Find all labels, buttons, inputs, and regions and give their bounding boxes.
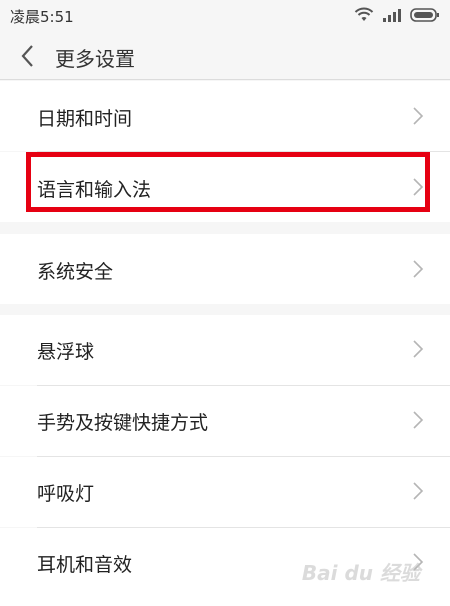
chevron-right-icon bbox=[413, 340, 424, 358]
settings-item-label: 呼吸灯 bbox=[37, 483, 95, 505]
settings-item-floating-ball[interactable]: 悬浮球 bbox=[0, 315, 450, 385]
signal-icon bbox=[383, 9, 401, 22]
chevron-right-icon bbox=[413, 411, 424, 429]
chevron-right-icon bbox=[413, 482, 424, 500]
battery-icon bbox=[410, 8, 439, 22]
back-arrow-icon[interactable] bbox=[18, 43, 38, 69]
status-time: 凌晨5:51 bbox=[10, 8, 74, 26]
chevron-right-icon bbox=[413, 107, 424, 125]
page-title: 更多设置 bbox=[55, 47, 135, 71]
status-bar: 凌晨5:51 bbox=[0, 0, 450, 32]
wifi-icon bbox=[354, 7, 374, 21]
header: 更多设置 bbox=[0, 32, 450, 80]
settings-item-label: 系统安全 bbox=[37, 261, 114, 283]
status-icons bbox=[354, 7, 440, 23]
settings-item-label: 手势及按键快捷方式 bbox=[37, 412, 209, 434]
settings-item-system-security[interactable]: 系统安全 bbox=[0, 234, 450, 304]
highlight-box bbox=[26, 152, 430, 212]
settings-item-date-time[interactable]: 日期和时间 bbox=[0, 81, 450, 151]
settings-item-label: 日期和时间 bbox=[37, 108, 133, 130]
settings-item-gesture-shortcuts[interactable]: 手势及按键快捷方式 bbox=[0, 386, 450, 456]
watermark: Bai du 经验 bbox=[301, 561, 420, 585]
chevron-right-icon bbox=[413, 260, 424, 278]
settings-item-label: 悬浮球 bbox=[37, 341, 95, 363]
settings-item-label: 耳机和音效 bbox=[37, 554, 133, 576]
settings-item-breathing-light[interactable]: 呼吸灯 bbox=[0, 457, 450, 527]
